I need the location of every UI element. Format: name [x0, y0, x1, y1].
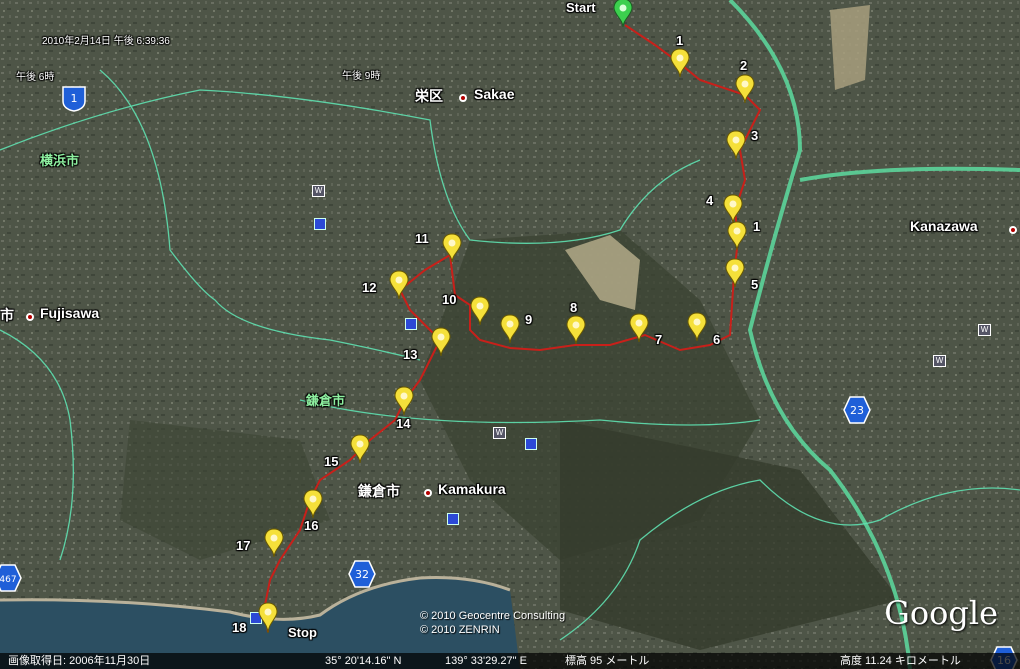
road-shield-1: 1 — [60, 84, 88, 112]
waypoint-label: 2 — [740, 58, 748, 73]
road-shield-467: 467 — [0, 564, 22, 592]
imagery-date: 画像取得日: 2006年11月30日 — [8, 655, 151, 667]
waypoint-pin-icon[interactable] — [442, 233, 462, 268]
waypoint-label: 9 — [525, 312, 533, 327]
waypoint-pin-icon[interactable] — [431, 327, 451, 362]
waypoint-pin-icon[interactable] — [670, 48, 690, 83]
waypoint-pin-icon[interactable] — [389, 270, 409, 305]
longitude-readout: 139° 33'29.27" E — [445, 655, 527, 667]
wikipedia-icon[interactable]: W — [933, 355, 946, 367]
waypoint-pin-icon[interactable] — [350, 434, 370, 469]
waypoint-label: 18 — [232, 620, 247, 635]
poi-station-icon[interactable] — [525, 438, 537, 450]
google-logo: Google — [884, 594, 998, 632]
waypoint-pin-icon[interactable] — [726, 130, 746, 165]
waypoint-pin-icon[interactable] — [500, 314, 520, 349]
svg-text:467: 467 — [0, 575, 17, 585]
waypoint-label: 10 — [442, 292, 457, 307]
poi-station-icon[interactable] — [314, 218, 326, 230]
city-label-kanazawa[interactable]: Kanazawa — [910, 218, 978, 234]
city-label-fujisawa[interactable]: Fujisawa — [40, 305, 99, 321]
svg-text:1: 1 — [71, 92, 78, 105]
timestamp-label: 2010年2月14日 午後 6:39:36 — [42, 36, 170, 47]
svg-text:23: 23 — [850, 404, 864, 417]
map-credits: © 2010 Geocentre Consulting © 2010 ZENRI… — [420, 609, 565, 637]
time-marker-9pm: 午後 9時 — [342, 71, 381, 82]
waypoint-pin-icon[interactable] — [727, 221, 747, 256]
waypoint-label: 13 — [403, 347, 418, 362]
credit-line: © 2010 ZENRIN — [420, 624, 500, 636]
poi-station-icon[interactable] — [405, 318, 417, 330]
poi-station-icon[interactable] — [447, 513, 459, 525]
start-pin-icon[interactable] — [613, 0, 633, 33]
wikipedia-icon[interactable]: W — [978, 324, 991, 336]
wikipedia-icon[interactable]: W — [493, 427, 506, 439]
waypoint-pin-icon[interactable] — [725, 258, 745, 293]
road-shield-32: 32 — [348, 560, 376, 588]
wikipedia-icon[interactable]: W — [312, 185, 325, 197]
waypoint-label: 12 — [362, 280, 377, 295]
city-label-sakae[interactable]: Sakae — [474, 86, 514, 102]
waypoint-label: 3 — [751, 128, 759, 143]
waypoint-pin-icon[interactable] — [735, 74, 755, 109]
route-stop-label: Stop — [288, 625, 317, 640]
waypoint-label: 1 — [676, 33, 684, 48]
city-label-fujisawa-jp: 市 — [0, 307, 14, 323]
waypoint-pin-icon[interactable] — [470, 296, 490, 331]
city-label-kamakura-jp: 鎌倉市 — [358, 483, 400, 499]
status-bar: 画像取得日: 2006年11月30日 35° 20'14.16" N 139° … — [0, 653, 1020, 669]
ward-label-yokohama: 横浜市 — [40, 153, 80, 168]
waypoint-label: 4 — [706, 193, 714, 208]
waypoint-label: 11 — [415, 231, 429, 246]
waypoint-pin-icon[interactable] — [687, 312, 707, 347]
waypoint-label: 8 — [570, 300, 578, 315]
waypoint-label: 15 — [324, 454, 339, 469]
svg-text:32: 32 — [355, 568, 369, 581]
route-start-label: Start — [566, 0, 596, 15]
waypoint-pin-icon[interactable] — [264, 528, 284, 563]
ward-label-kamakura: 鎌倉市 — [306, 393, 346, 408]
waypoint-label: 1 — [753, 219, 761, 234]
road-shield-23: 23 — [843, 396, 871, 424]
altitude-readout: 高度 11.24 キロメートル — [840, 655, 961, 667]
waypoint-label: 17 — [236, 538, 251, 553]
city-label-sakae-jp: 栄区 — [415, 88, 443, 104]
satellite-map-view[interactable]: 2010年2月14日 午後 6:39:36 午後 6時 午後 9時 栄区 Sak… — [0, 0, 1020, 669]
golf-course — [830, 5, 870, 90]
time-marker-6pm: 午後 6時 — [16, 72, 55, 83]
waypoint-label: 5 — [751, 277, 759, 292]
waypoint-pin-icon[interactable] — [629, 313, 649, 348]
city-dot-kanazawa — [1009, 226, 1017, 234]
credit-line: © 2010 Geocentre Consulting — [420, 610, 566, 622]
city-label-kamakura[interactable]: Kamakura — [438, 481, 506, 497]
waypoint-label: 14 — [396, 416, 411, 431]
city-dot-fujisawa — [26, 313, 34, 321]
waypoint-pin-icon[interactable] — [566, 315, 586, 350]
waypoint-label: 6 — [713, 332, 721, 347]
city-dot-sakae — [459, 94, 467, 102]
waypoint-label: 16 — [304, 518, 319, 533]
waypoint-label: 7 — [655, 332, 663, 347]
stop-pin-icon[interactable] — [258, 602, 278, 639]
elevation-readout: 標高 95 メートル — [565, 655, 650, 667]
latitude-readout: 35° 20'14.16" N — [325, 655, 402, 667]
city-dot-kamakura — [424, 489, 432, 497]
